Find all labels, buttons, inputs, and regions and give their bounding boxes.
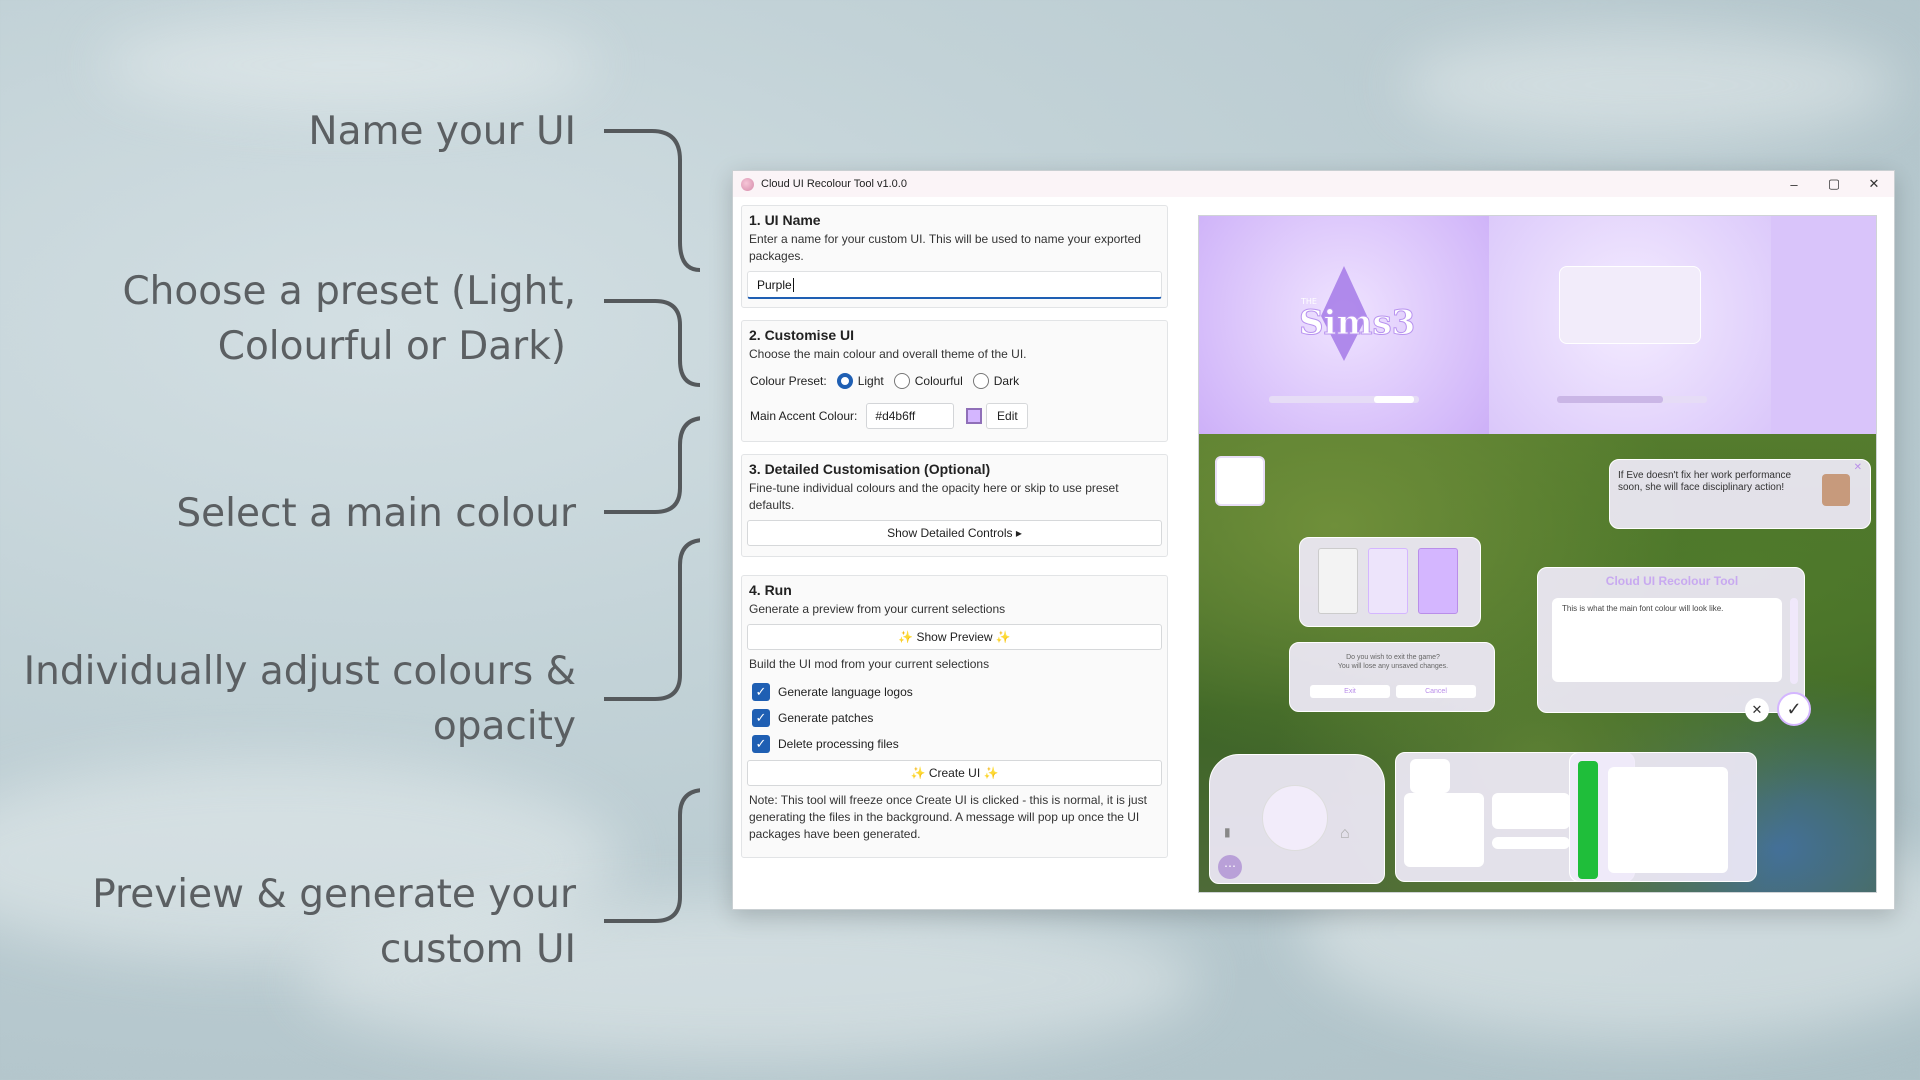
checkbox-language-logos[interactable]: ✓: [752, 683, 770, 701]
section-description: Choose the main colour and overall theme…: [749, 347, 1027, 361]
window-title: Cloud UI Recolour Tool v1.0.0: [761, 178, 907, 190]
accent-label: Main Accent Colour:: [750, 409, 858, 423]
maximize-button[interactable]: ▢: [1814, 171, 1854, 197]
bracket-colour: [604, 416, 700, 514]
section-ui-name: 1. UI Name Enter a name for your custom …: [741, 205, 1168, 308]
preset-dark-label[interactable]: Dark: [994, 374, 1019, 388]
section-title: 3. Detailed Customisation (Optional): [749, 461, 991, 477]
minimize-button[interactable]: –: [1774, 171, 1814, 197]
sims-logo: THE Sims3: [1269, 266, 1419, 403]
section-description: Generate a preview from your current sel…: [749, 602, 1006, 616]
preset-light-radio[interactable]: [836, 373, 853, 389]
preset-colourful-label[interactable]: Colourful: [915, 374, 963, 388]
annotation-brackets: [604, 129, 700, 923]
svg-text:Sims3: Sims3: [1299, 303, 1415, 343]
section-description: Fine-tune individual colours and the opa…: [749, 481, 1119, 512]
section-run: 4. Run Generate a preview from your curr…: [741, 575, 1168, 858]
bracket-generate: [604, 788, 700, 923]
annotation-name-ui: Name your UI: [308, 109, 576, 154]
title-bar: Cloud UI Recolour Tool v1.0.0 – ▢ ✕: [733, 171, 1894, 197]
preset-label: Colour Preset:: [750, 374, 827, 388]
section-title: 1. UI Name: [749, 212, 821, 228]
app-icon: [741, 177, 754, 191]
preset-colourful-radio[interactable]: [893, 373, 910, 389]
sparkle-icon: ✨: [995, 630, 1011, 644]
preview-game-scene: If Eve doesn't fix her work performance …: [1199, 434, 1876, 892]
camera-icon: ▮: [1224, 825, 1231, 839]
accent-hex-input[interactable]: #d4b6ff: [866, 403, 955, 429]
annotation-generate: Preview & generate your custom UI: [92, 872, 576, 972]
bracket-preset: [604, 299, 700, 387]
close-icon: ✕: [1853, 462, 1862, 473]
option-language-logos[interactable]: ✓ Generate language logos: [746, 679, 1163, 705]
sparkle-icon: ✨: [910, 766, 926, 780]
checkbox-delete-processing[interactable]: ✓: [752, 735, 770, 753]
motive-panel: [1569, 752, 1757, 882]
settings-panel: 1. UI Name Enter a name for your custom …: [741, 205, 1168, 868]
annotation-adjust: Individually adjust colours & opacity: [23, 649, 576, 749]
accent-row: Main Accent Colour: #d4b6ff Edit: [746, 399, 1163, 433]
bracket-name: [604, 129, 700, 272]
ellipsis-icon: ⋯: [1218, 855, 1242, 879]
bracket-adjust: [604, 538, 700, 701]
camera-controls: ⋯ ▮ ⌂: [1209, 754, 1385, 884]
option-delete-processing[interactable]: ✓ Delete processing files: [746, 731, 1163, 757]
close-button[interactable]: ✕: [1854, 171, 1894, 197]
show-detailed-controls-button[interactable]: Show Detailed Controls ▸: [747, 520, 1162, 546]
inventory-panel: [1299, 537, 1481, 627]
dialog-cancel-icon: ✕: [1745, 698, 1769, 722]
preview-image: THE Sims3 If Eve doesn't fix her work pe…: [1198, 215, 1877, 893]
option-patches[interactable]: ✓ Generate patches: [746, 705, 1163, 731]
main-dialog: Cloud UI Recolour Tool This is what the …: [1537, 567, 1805, 713]
build-description: Build the UI mod from your current selec…: [749, 657, 990, 671]
notification-panel: If Eve doesn't fix her work performance …: [1609, 459, 1871, 529]
sparkle-icon: ✨: [983, 766, 999, 780]
section-detailed: 3. Detailed Customisation (Optional) Fin…: [741, 454, 1168, 557]
ui-name-input[interactable]: Purple: [747, 271, 1162, 299]
preview-logo-panel: THE Sims3: [1199, 216, 1489, 434]
exit-dialog: Do you wish to exit the game? You will l…: [1289, 642, 1495, 712]
annotation-preset: Choose a preset (Light, Colourful or Dar…: [122, 269, 576, 369]
show-preview-button[interactable]: ✨ Show Preview ✨: [747, 624, 1162, 650]
preset-light-label[interactable]: Light: [858, 374, 884, 388]
annotation-main-colour: Select a main colour: [176, 491, 576, 536]
accent-swatch[interactable]: [966, 408, 983, 424]
checkbox-patches[interactable]: ✓: [752, 709, 770, 727]
create-ui-button[interactable]: ✨ Create UI ✨: [747, 760, 1162, 786]
checkmark-icon: ✓: [1777, 692, 1811, 726]
section-customise: 2. Customise UI Choose the main colour a…: [741, 320, 1168, 442]
preview-dialog-panel: [1489, 216, 1771, 434]
preset-dark-radio[interactable]: [972, 373, 989, 389]
section-title: 4. Run: [749, 582, 792, 598]
app-window: Cloud UI Recolour Tool v1.0.0 – ▢ ✕ 1. U…: [732, 170, 1895, 910]
section-description: Enter a name for your custom UI. This wi…: [749, 232, 1141, 263]
sparkle-icon: ✨: [898, 630, 914, 644]
note-text: Note: This tool will freeze once Create …: [749, 793, 1147, 841]
edit-colour-button[interactable]: Edit: [986, 403, 1029, 429]
home-icon: ⌂: [1340, 825, 1350, 842]
preview-loading-screens: THE Sims3: [1199, 216, 1876, 434]
preset-row: Colour Preset: Light Colourful Dark: [746, 369, 1163, 393]
section-title: 2. Customise UI: [749, 327, 855, 343]
